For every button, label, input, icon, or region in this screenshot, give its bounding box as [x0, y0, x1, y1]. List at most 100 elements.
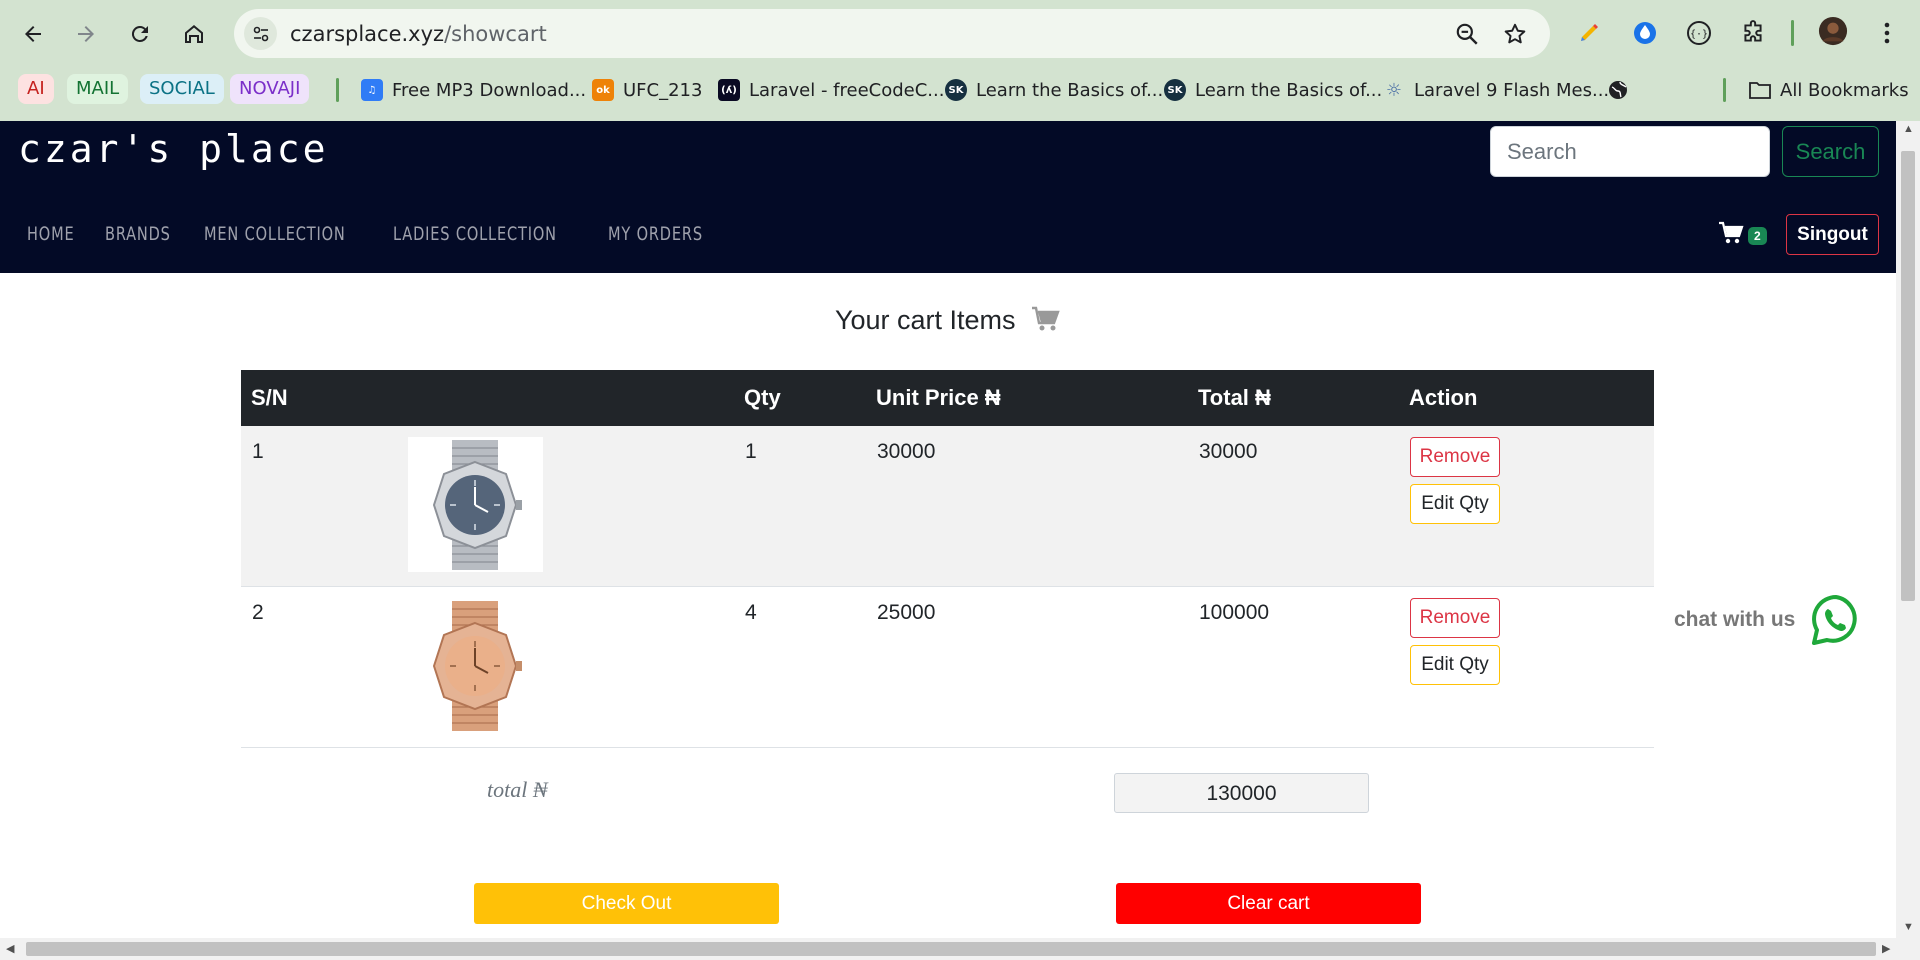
- bookmark-item[interactable]: ☼ Laravel 9 Flash Mes...: [1383, 76, 1609, 104]
- bookmark-label: Laravel - freeCodeC...: [749, 79, 945, 101]
- code-extension-icon[interactable]: {·}: [1684, 18, 1714, 48]
- product-image: [407, 437, 543, 572]
- home-icon[interactable]: [176, 16, 212, 52]
- bookmark-label: Free MP3 Download...: [392, 79, 587, 101]
- bookmark-label: UFC_213: [623, 79, 703, 101]
- bookmark-item[interactable]: [1607, 76, 1629, 104]
- scroll-down-icon[interactable]: ▼: [1903, 921, 1914, 933]
- chat-label: chat with us: [1674, 608, 1796, 631]
- nav-ladies-collection[interactable]: LADIES COLLECTION: [393, 223, 557, 245]
- col-unit-price: Unit Price ₦: [876, 385, 1001, 410]
- edit-qty-button[interactable]: Edit Qty: [1410, 484, 1500, 524]
- chat-widget[interactable]: chat with us: [1674, 593, 1863, 647]
- bookmark-item[interactable]: SK Learn the Basics of...: [945, 76, 1163, 104]
- search-input[interactable]: [1490, 126, 1770, 177]
- item-sn: 1: [252, 440, 264, 463]
- bookmarks-separator: [336, 78, 339, 102]
- sk-icon: SK: [1164, 79, 1186, 101]
- edit-qty-button[interactable]: Edit Qty: [1410, 645, 1500, 685]
- nav-my-orders[interactable]: MY ORDERS: [608, 223, 703, 245]
- url-text: czarsplace.xyz/showcart: [290, 22, 547, 46]
- page-title-text: Your cart Items: [834, 305, 1016, 335]
- cell-total: 100000: [1188, 586, 1399, 748]
- whatsapp-icon[interactable]: [1809, 593, 1863, 647]
- col-qty: Qty: [744, 385, 781, 410]
- page-viewport: czar's place Search HOME BRANDS MEN COLL…: [0, 121, 1896, 938]
- menu-kebab-icon[interactable]: [1872, 18, 1902, 48]
- bookmark-chip-ai[interactable]: AI: [18, 74, 54, 104]
- scroll-left-icon[interactable]: ◀: [6, 942, 14, 955]
- bookmark-label: Learn the Basics of...: [1195, 79, 1383, 101]
- site-navbar: czar's place Search HOME BRANDS MEN COLL…: [0, 121, 1896, 273]
- cart-heading-icon: [1032, 306, 1060, 331]
- site-settings-icon[interactable]: [244, 17, 277, 50]
- bookmarks-bar: AI MAIL SOCIAL NOVAJI ♫ Free MP3 Download…: [0, 68, 1920, 110]
- back-icon[interactable]: [15, 16, 51, 52]
- col-action: Action: [1409, 385, 1478, 410]
- clear-cart-button[interactable]: Clear cart: [1116, 883, 1421, 924]
- bookmarks-separator: [1723, 78, 1726, 102]
- cell-total: 30000: [1188, 426, 1399, 587]
- reload-icon[interactable]: [122, 16, 158, 52]
- table-row: 1 1 30000 30000 Remove Edit Qty: [241, 426, 1654, 587]
- bookmark-label: Laravel 9 Flash Mes...: [1414, 79, 1610, 101]
- freecodecamp-icon: (ʎ): [718, 79, 740, 101]
- all-bookmarks-label: All Bookmarks: [1780, 79, 1909, 101]
- bookmark-item[interactable]: ok UFC_213: [592, 76, 702, 104]
- horizontal-scroll-thumb[interactable]: [26, 942, 1876, 956]
- cell-action: Remove Edit Qty: [1399, 426, 1654, 587]
- scroll-up-icon[interactable]: ▲: [1903, 123, 1914, 135]
- toolbar-separator: [1791, 20, 1794, 46]
- col-sn: S/N: [251, 385, 288, 410]
- cell-unit-price: 30000: [866, 426, 1188, 587]
- cell-qty: 4: [734, 586, 866, 748]
- extensions-puzzle-icon[interactable]: [1738, 18, 1768, 48]
- bookmark-item[interactable]: SK Learn the Basics of...: [1164, 76, 1382, 104]
- remove-button[interactable]: Remove: [1410, 598, 1500, 638]
- bookmark-item[interactable]: (ʎ) Laravel - freeCodeC...: [718, 76, 944, 104]
- svg-text:{·}: {·}: [1690, 29, 1708, 40]
- scroll-right-icon[interactable]: ▶: [1882, 942, 1890, 955]
- cart-table: S/N Qty Unit Price ₦ Total ₦ Action 1 1 …: [241, 370, 1654, 748]
- all-bookmarks-folder[interactable]: All Bookmarks: [1749, 76, 1909, 104]
- music-icon: ♫: [361, 79, 383, 101]
- item-sn: 2: [252, 601, 264, 624]
- pen-extension-icon[interactable]: [1574, 18, 1604, 48]
- signout-button[interactable]: Singout: [1786, 214, 1879, 255]
- globe-icon: [1607, 79, 1629, 101]
- cell-qty: 1: [734, 426, 866, 587]
- nav-men-collection[interactable]: MEN COLLECTION: [204, 223, 346, 245]
- address-bar[interactable]: czarsplace.xyz/showcart: [234, 9, 1550, 58]
- table-header-row: S/N Qty Unit Price ₦ Total ₦ Action: [241, 370, 1654, 426]
- col-total: Total ₦: [1198, 385, 1271, 410]
- checkout-button[interactable]: Check Out: [474, 883, 779, 924]
- nav-home[interactable]: HOME: [27, 223, 74, 245]
- cart-count-badge: 2: [1748, 227, 1767, 245]
- brand-logo[interactable]: czar's place: [18, 127, 329, 171]
- bookmark-chip-social[interactable]: SOCIAL: [140, 74, 224, 104]
- bookmark-label: Learn the Basics of...: [976, 79, 1164, 101]
- profile-avatar[interactable]: [1818, 16, 1848, 46]
- bulb-icon: ☼: [1385, 79, 1403, 101]
- vertical-scrollbar[interactable]: ▲ ▼: [1896, 121, 1920, 938]
- blue-drop-extension-icon[interactable]: [1630, 18, 1660, 48]
- horizontal-scrollbar[interactable]: ◀ ▶: [0, 938, 1920, 960]
- bookmark-item[interactable]: ♫ Free MP3 Download...: [361, 76, 586, 104]
- main-menu: HOME BRANDS MEN COLLECTION LADIES COLLEC…: [27, 223, 719, 245]
- bookmark-chip-novaji[interactable]: NOVAJI: [230, 74, 310, 104]
- cell-action: Remove Edit Qty: [1399, 586, 1654, 748]
- cart-link[interactable]: 2: [1718, 221, 1767, 245]
- zoom-icon[interactable]: [1454, 21, 1480, 47]
- product-image: [407, 598, 543, 733]
- vertical-scroll-thumb[interactable]: [1901, 151, 1915, 601]
- bookmark-chip-mail[interactable]: MAIL: [67, 74, 129, 104]
- nav-brands[interactable]: BRANDS: [105, 223, 171, 245]
- forward-icon[interactable]: [68, 16, 104, 52]
- sk-icon: SK: [945, 79, 967, 101]
- search-button[interactable]: Search: [1782, 126, 1879, 177]
- table-row: 2 4 25000 100000 Remove Edit Qty: [241, 586, 1654, 748]
- cell-sn: 1: [241, 426, 734, 587]
- page-title: Your cart Items: [0, 305, 1896, 336]
- bookmark-star-icon[interactable]: [1502, 21, 1528, 47]
- remove-button[interactable]: Remove: [1410, 437, 1500, 477]
